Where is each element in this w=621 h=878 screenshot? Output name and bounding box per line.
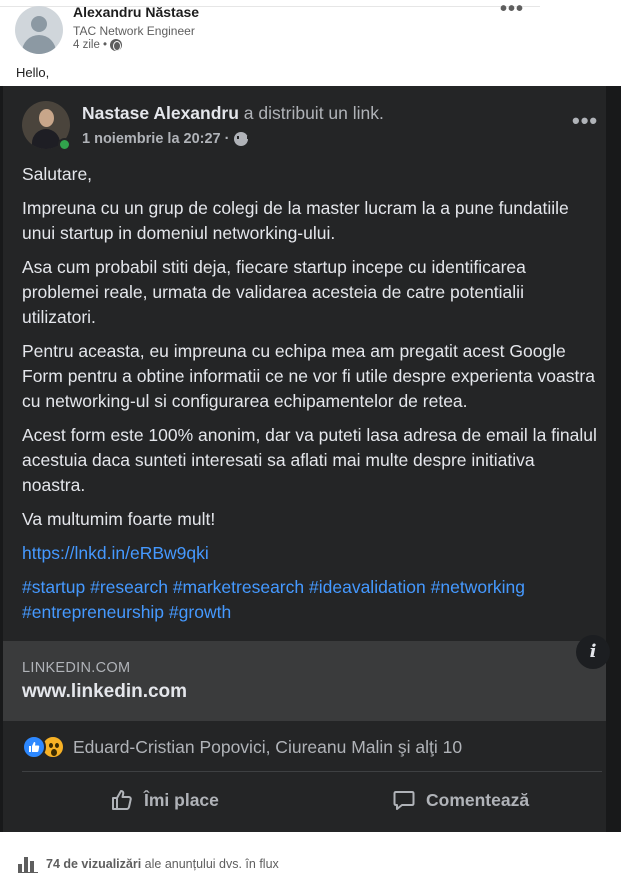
avatar[interactable] — [15, 6, 63, 54]
post-meta: 4 zile • — [73, 39, 123, 51]
hashtag[interactable]: #ideavalidation — [309, 577, 426, 597]
post-date[interactable]: 1 noiembrie la 20:27 · — [82, 131, 229, 147]
link-title[interactable]: www.linkedin.com — [22, 681, 187, 703]
friends-icon — [234, 132, 250, 146]
hashtag[interactable]: #startup — [22, 577, 85, 597]
link-preview-card[interactable]: LINKEDIN.COM www.linkedin.com i — [3, 635, 610, 721]
reactions-names[interactable]: Eduard-Cristian Popovici, Ciureanu Malin… — [73, 737, 462, 758]
hashtag[interactable]: #growth — [169, 602, 231, 622]
like-button[interactable]: Îmi place — [110, 784, 219, 816]
comment-label: Comentează — [426, 789, 530, 810]
outer-post-header: Alexandru Năstase TAC Network Engineer 4… — [0, 0, 621, 86]
paragraph: Va multumim foarte mult! — [22, 509, 216, 529]
divider — [22, 771, 602, 772]
author-title: TAC Network Engineer — [73, 24, 195, 38]
comment-icon — [393, 791, 415, 810]
views-summary[interactable]: 74 de vizualizări ale anunțului dvs. în … — [18, 856, 279, 873]
link-domain: LINKEDIN.COM — [22, 660, 131, 676]
hashtag-list: #startup #research #marketresearch #idea… — [22, 575, 602, 625]
paragraph: Salutare, — [22, 164, 93, 184]
paragraph: Asa cum probabil stiti deja, fiecare sta… — [22, 257, 526, 327]
share-action: a distribuit un link. — [243, 103, 384, 123]
like-label: Îmi place — [144, 789, 219, 810]
hashtag[interactable]: #entrepreneurship — [22, 602, 164, 622]
views-count: 74 de vizualizări — [46, 857, 142, 871]
hashtag[interactable]: #research — [90, 577, 168, 597]
author-name[interactable]: Nastase Alexandru — [82, 103, 239, 123]
thumbs-up-icon — [112, 790, 132, 810]
analytics-icon — [18, 856, 38, 873]
paragraph: Impreuna cu un grup de colegi de la mast… — [22, 198, 569, 243]
shared-post-header: Nastase Alexandru a distribuit un link. — [82, 103, 384, 124]
author-name[interactable]: Alexandru Năstase — [73, 4, 199, 20]
info-icon[interactable]: i — [576, 635, 610, 669]
hashtag[interactable]: #networking — [431, 577, 525, 597]
more-options-icon[interactable]: ••• — [572, 108, 598, 134]
online-status-icon — [58, 138, 71, 151]
shared-post: Nastase Alexandru a distribuit un link. … — [0, 86, 621, 832]
hashtag[interactable]: #marketresearch — [173, 577, 304, 597]
more-options-icon[interactable]: ••• — [500, 0, 524, 21]
like-reaction-icon — [22, 735, 46, 759]
shared-link[interactable]: https://lnkd.in/eRBw9qki — [22, 543, 209, 563]
paragraph: Acest form este 100% anonim, dar va pute… — [22, 425, 597, 495]
post-body: Salutare, Impreuna cu un grup de colegi … — [22, 162, 602, 634]
post-text: Hello, — [16, 65, 50, 80]
reactions-summary[interactable]: Eduard-Cristian Popovici, Ciureanu Malin… — [22, 734, 462, 760]
paragraph: Pentru aceasta, eu impreuna cu echipa me… — [22, 341, 595, 411]
comment-button[interactable]: Comentează — [392, 784, 529, 816]
globe-icon — [110, 39, 123, 51]
post-time: 4 zile • — [73, 39, 108, 51]
views-text: ale anunțului dvs. în flux — [144, 857, 279, 871]
post-meta: 1 noiembrie la 20:27 · — [82, 131, 250, 147]
